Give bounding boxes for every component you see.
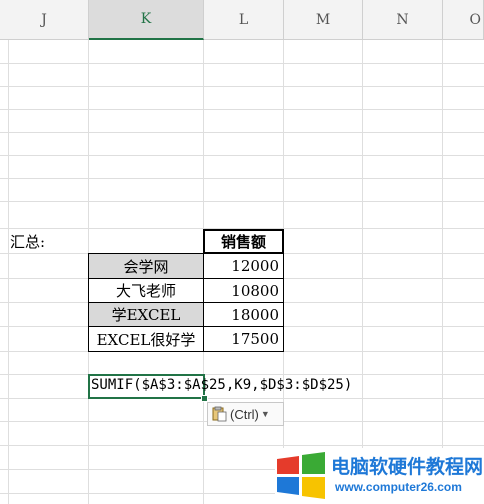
value-text: 17500 [231,330,279,348]
sales-header-cell[interactable]: 销售额 [203,229,284,254]
name-cell[interactable]: 大飞老师 [88,278,204,303]
value-text: 18000 [231,305,279,324]
watermark-url: www.computer26.com [335,480,462,494]
summary-label-text: 汇总: [10,232,46,251]
formula-text: SUMIF($A$3:$A$25,K9,$D$3:$D$25) [91,377,353,393]
column-label: M [315,11,331,28]
clipboard-icon [211,406,227,422]
value-cell[interactable]: 18000 [203,302,284,327]
name-cell[interactable]: EXCEL很好学 [88,326,204,352]
column-header-o[interactable]: O [443,0,484,40]
column-header-n[interactable]: N [363,0,443,40]
name-text: 大飞老师 [115,282,176,300]
name-cell[interactable]: 会学网 [88,253,204,279]
fill-handle[interactable] [201,395,208,402]
column-label: L [238,11,249,28]
column-label: J [41,11,47,28]
sales-header-text: 销售额 [220,233,266,251]
name-text: EXCEL很好学 [96,330,196,349]
watermark-title: 电脑软硬件教程网 [331,456,484,478]
chevron-down-icon: ▼ [260,409,270,419]
watermark-logo: 电脑软硬件教程网 www.computer26.com [275,448,484,504]
name-text: 学EXCEL [111,306,181,324]
value-cell[interactable]: 17500 [203,326,284,352]
value-cell[interactable]: 10800 [203,278,284,303]
column-label: K [140,11,152,27]
paste-options-label: (Ctrl) [230,406,259,422]
value-text: 10800 [231,281,279,300]
name-cell[interactable]: 学EXCEL [88,302,204,327]
column-header-l[interactable]: L [204,0,284,40]
windows-logo-icon [277,452,325,499]
column-label: N [396,11,409,28]
column-header-m[interactable]: M [284,0,363,40]
value-cell[interactable]: 12000 [203,253,284,279]
name-text: 会学网 [123,257,169,276]
column-header-j[interactable]: J [0,0,89,40]
column-header-k[interactable]: K [89,0,204,40]
paste-options-button[interactable]: (Ctrl) ▼ [207,402,284,426]
summary-label: 汇总: [10,230,45,252]
value-text: 12000 [231,257,279,275]
column-label: O [469,11,481,28]
